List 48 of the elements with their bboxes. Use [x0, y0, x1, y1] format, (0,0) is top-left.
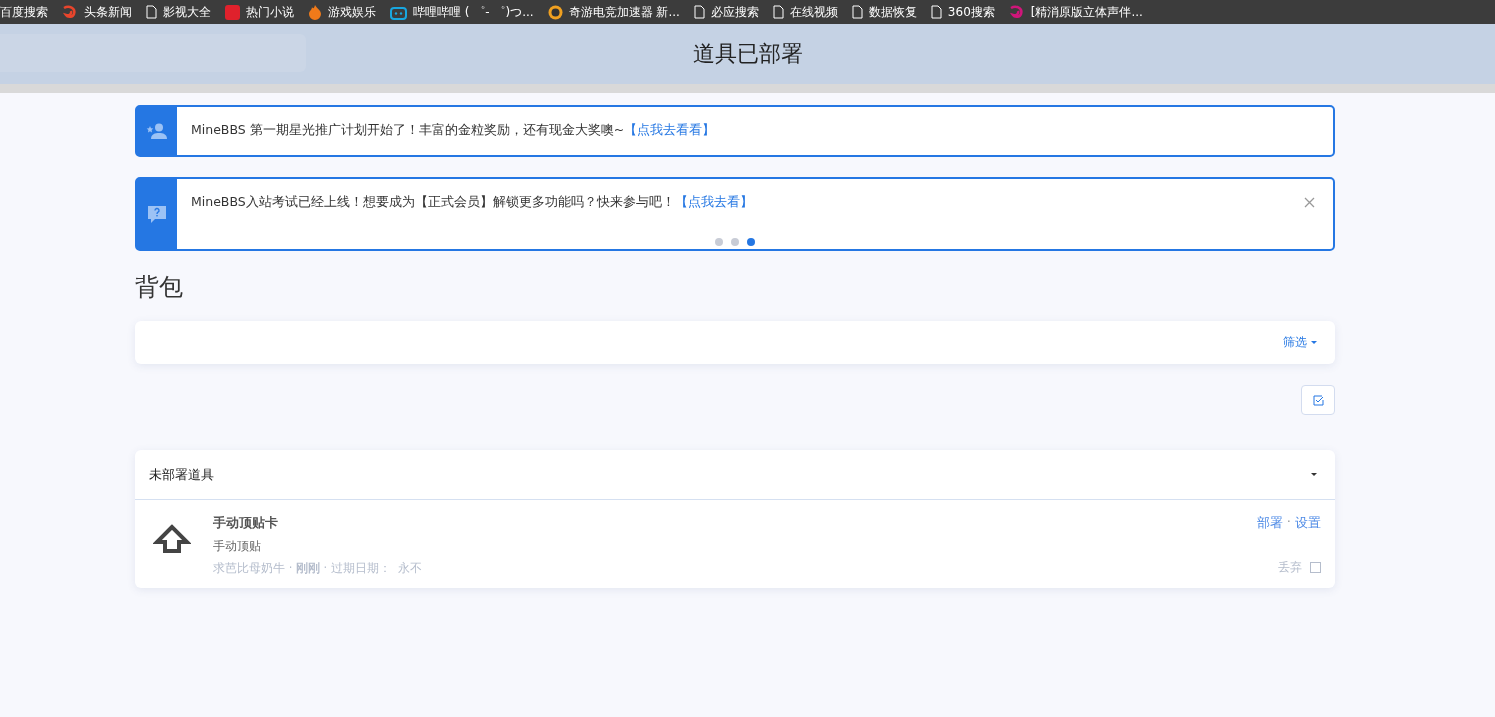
item-meta: 求芭比母奶牛 · 刚刚 · 过期日期： 永不	[213, 561, 424, 576]
carousel-dot[interactable]	[747, 238, 755, 246]
notice-link[interactable]: 【点我去看看】	[624, 122, 716, 137]
item-action-link[interactable]: 设置	[1295, 514, 1321, 532]
page-icon	[851, 5, 863, 19]
item-name: 手动顶贴卡	[213, 514, 279, 532]
page-icon	[693, 5, 705, 19]
bookmark-link[interactable]: 热门小说	[225, 3, 294, 21]
caret-icon	[1311, 473, 1317, 476]
checkbox-icon	[1312, 394, 1324, 406]
notice-link[interactable]: 【点我去看】	[674, 194, 753, 209]
carousel-dot[interactable]	[715, 238, 723, 246]
bookmark-link[interactable]: 头条新闻	[62, 3, 132, 21]
page-icon	[146, 5, 157, 19]
filter-dropdown[interactable]: 筛选	[1283, 334, 1317, 351]
carousel-dot[interactable]	[731, 238, 739, 246]
panel-title: 未部署道具	[149, 465, 214, 484]
tv-icon	[390, 4, 407, 20]
bookmark-link[interactable]: 游戏娱乐	[308, 3, 376, 21]
bookmark-link[interactable]: 必应搜索	[693, 3, 759, 21]
question-bubble-icon	[147, 204, 167, 224]
panel-header[interactable]: 未部署道具	[135, 450, 1335, 500]
section-title: 背包	[135, 272, 184, 303]
square-logo-icon	[225, 4, 240, 20]
page-icon	[772, 5, 784, 19]
item-description: 手动顶贴	[213, 538, 262, 555]
page-icon	[930, 5, 942, 19]
bookmark-link[interactable]: 360搜索	[930, 3, 995, 21]
separator-dot: ·	[1286, 514, 1291, 531]
up-arrow-icon	[153, 524, 191, 554]
swirl-logo-icon	[62, 4, 78, 20]
bookmark-link[interactable]: 奇游电竞加速器 新...	[547, 3, 680, 21]
swirl-logo-icon	[1008, 4, 1025, 20]
item-action-link[interactable]: 部署	[1256, 514, 1283, 532]
bookmark-link[interactable]: 哔哩哔哩 ( ゜- ゜)つ...	[390, 3, 534, 21]
item-checkbox[interactable]	[1310, 562, 1321, 573]
user-star-icon	[146, 123, 168, 139]
badge-logo-icon	[547, 4, 563, 20]
notice-text: MineBBS 第一期星光推广计划开始了！丰富的金粒奖励，还有现金大奖噢~【点我去看看】	[190, 121, 717, 139]
notice-text: MineBBS入站考试已经上线！想要成为【正式会员】解锁更多功能吗？快来参与吧！【点我去看】	[190, 193, 754, 211]
flame-icon	[308, 4, 322, 20]
select-button[interactable]	[1301, 385, 1335, 415]
banner-title: 道具已部署	[692, 40, 803, 68]
bookmark-link[interactable]: 数据恢复	[851, 3, 917, 21]
bookmark-link[interactable]: 影视大全	[146, 3, 211, 21]
bookmark-link[interactable]: 百度搜索	[0, 3, 48, 21]
bookmark-link[interactable]: 在线视频	[772, 3, 838, 21]
bookmark-link[interactable]: [精消原版立体声伴...	[1008, 3, 1143, 21]
